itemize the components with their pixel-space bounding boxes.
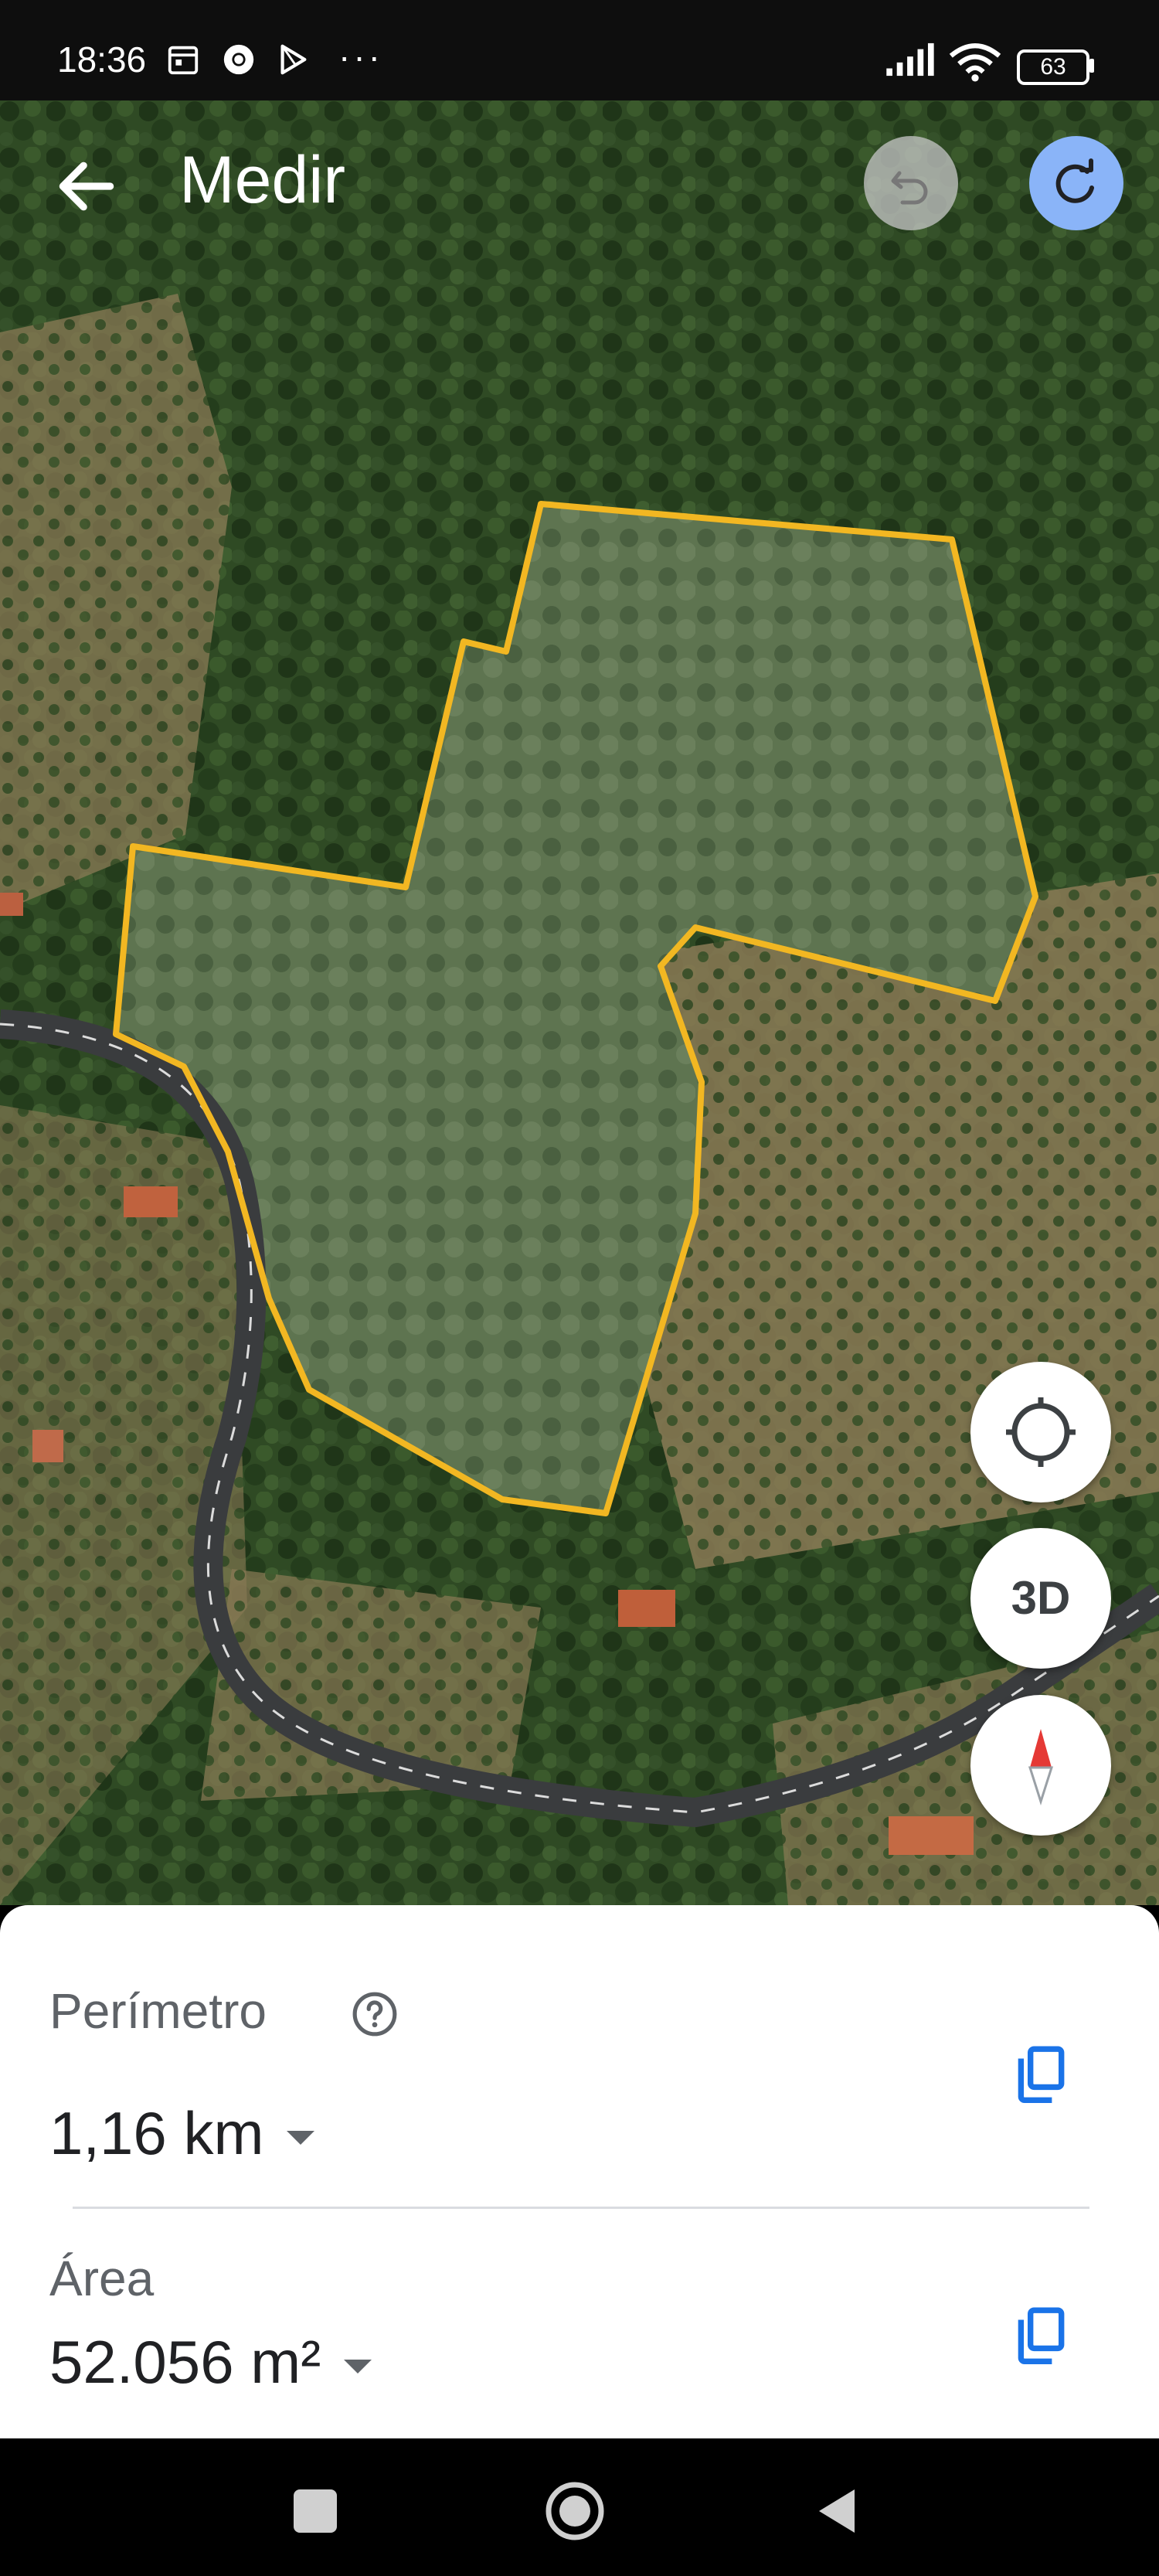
- back-triangle-icon[interactable]: [807, 2480, 868, 2542]
- compass-icon: [1028, 1729, 1054, 1805]
- play-store-icon: [280, 44, 307, 75]
- perimeter-label: Perímetro: [49, 1983, 267, 2039]
- undo-button[interactable]: [864, 136, 958, 230]
- redo-button[interactable]: [1029, 136, 1123, 230]
- measurement-sheet: Perímetro 1,16 km Área 52.056 m²: [0, 1905, 1159, 2438]
- my-location-icon: [1006, 1397, 1076, 1467]
- more-dots-icon: ···: [338, 36, 383, 77]
- wifi-icon: [949, 43, 1001, 82]
- area-value: 52.056 m²: [49, 2328, 321, 2396]
- area-value-dropdown[interactable]: 52.056 m²: [49, 2327, 372, 2397]
- chevron-down-icon: [287, 2131, 315, 2146]
- perimeter-value-dropdown[interactable]: 1,16 km: [49, 2098, 315, 2169]
- battery-indicator: 63: [1017, 49, 1089, 85]
- signal-icon: [886, 43, 934, 77]
- help-circle-icon[interactable]: [351, 1990, 399, 2038]
- building-roof: [124, 1186, 178, 1217]
- status-bar: 18:36 ··· 63: [0, 0, 1159, 100]
- chrome-icon: [223, 44, 254, 75]
- perimeter-value: 1,16 km: [49, 2099, 264, 2167]
- copy-icon[interactable]: [1011, 2305, 1069, 2367]
- battery-tip: [1089, 59, 1094, 73]
- divider: [73, 2207, 1089, 2209]
- arrow-back-icon[interactable]: [51, 151, 122, 222]
- recents-square-icon[interactable]: [284, 2480, 346, 2542]
- system-nav-bar: [0, 2438, 1159, 2576]
- my-location-button[interactable]: [970, 1362, 1111, 1502]
- page-title: Medir: [179, 143, 346, 217]
- three-d-button[interactable]: 3D: [970, 1528, 1111, 1669]
- undo-icon: [891, 171, 928, 205]
- area-label: Área: [49, 2251, 155, 2306]
- compass-button[interactable]: [970, 1695, 1111, 1836]
- calendar-icon: [168, 46, 199, 75]
- status-time: 18:36: [57, 39, 147, 80]
- copy-icon[interactable]: [1011, 2044, 1069, 2106]
- home-circle-icon[interactable]: [544, 2480, 606, 2542]
- chevron-down-icon: [344, 2360, 372, 2374]
- redo-icon: [1055, 158, 1094, 203]
